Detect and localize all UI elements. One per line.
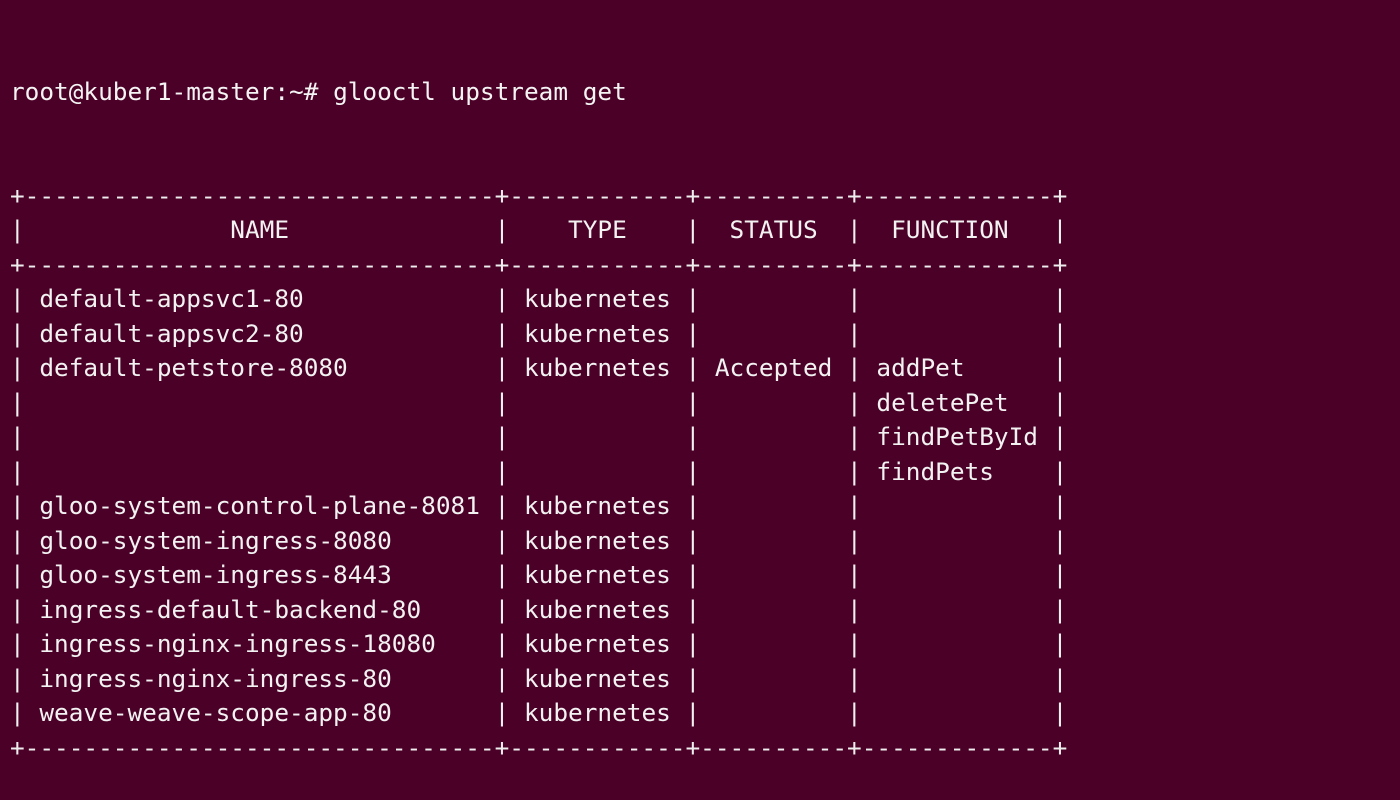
col-type: kubernetes <box>509 525 686 555</box>
col-function <box>862 698 1053 727</box>
col-name: ingress-nginx-ingress-18080 <box>24 629 495 658</box>
col-type: kubernetes <box>509 491 686 520</box>
col-function <box>862 560 1053 589</box>
col-name: default-appsvc2-80 <box>24 318 495 348</box>
col-name <box>25 388 495 417</box>
command-text: glooctl upstream get <box>333 77 627 106</box>
table-row: | default-appsvc2-80 | kubernetes | | | <box>10 318 1068 348</box>
col-function <box>862 664 1053 693</box>
table-row: | | | | findPetById | <box>10 422 1068 451</box>
shell-prompt: root@kuber1-master:~# <box>10 77 319 106</box>
table-border: +--------------------------------+------… <box>10 249 1068 279</box>
table-row: | ingress-default-backend-80 | kubernete… <box>10 594 1068 624</box>
col-type: kubernetes <box>509 663 686 693</box>
table-row: | gloo-system-control-plane-8081 | kuber… <box>10 491 1068 520</box>
col-type: kubernetes <box>509 318 686 348</box>
col-status <box>700 491 847 520</box>
col-name: gloo-system-control-plane-8081 <box>24 491 495 520</box>
table-row: | ingress-nginx-ingress-80 | kubernetes … <box>10 663 1068 693</box>
terminal-window[interactable]: root@kuber1-master:~# glooctl upstream g… <box>0 0 1400 762</box>
col-status <box>700 664 847 693</box>
col-status <box>700 526 847 555</box>
col-status <box>700 629 847 658</box>
col-name: ingress-nginx-ingress-80 <box>24 663 495 693</box>
col-type <box>509 422 685 451</box>
col-name: default-petstore-8080 <box>24 353 495 382</box>
header-col-status: STATUS <box>700 215 848 244</box>
col-function <box>862 319 1053 348</box>
col-status: Accepted <box>700 353 848 382</box>
col-status <box>700 698 847 727</box>
col-function <box>862 595 1053 624</box>
col-status <box>700 595 847 624</box>
col-type: kubernetes <box>509 629 686 658</box>
col-name: default-appsvc1-80 <box>24 284 495 313</box>
col-type <box>509 457 685 486</box>
col-function: deletePet <box>861 387 1053 417</box>
col-type: kubernetes <box>509 698 686 727</box>
col-status <box>700 284 847 313</box>
table-row: | | | | findPets | <box>10 456 1068 486</box>
table-row: | weave-weave-scope-app-80 | kubernetes … <box>10 698 1068 727</box>
table-row: | gloo-system-ingress-8080 | kubernetes … <box>10 525 1068 555</box>
col-name: weave-weave-scope-app-80 <box>24 698 495 727</box>
command-line: root@kuber1-master:~# glooctl upstream g… <box>10 75 1400 110</box>
header-col-type: TYPE <box>509 215 686 244</box>
col-status <box>700 560 847 589</box>
col-status <box>700 388 847 417</box>
col-type: kubernetes <box>509 594 686 624</box>
col-status <box>700 422 847 451</box>
col-status <box>700 319 847 348</box>
header-col-function: FUNCTION <box>861 215 1053 244</box>
table-border: +--------------------------------+------… <box>10 732 1068 762</box>
col-type: kubernetes <box>509 353 686 382</box>
col-function <box>862 629 1053 658</box>
table-row: | ingress-nginx-ingress-18080 | kubernet… <box>10 629 1068 658</box>
upstream-table: +--------------------------------+------… <box>10 179 1400 766</box>
col-type: kubernetes <box>509 560 686 589</box>
table-border: +--------------------------------+------… <box>10 180 1068 210</box>
col-name: gloo-system-ingress-8080 <box>24 525 495 555</box>
col-status <box>700 457 847 486</box>
col-function <box>862 491 1053 520</box>
col-type: kubernetes <box>509 284 686 313</box>
header-col-name: NAME <box>24 215 495 244</box>
col-function: findPetById <box>861 422 1053 451</box>
table-row: | default-appsvc1-80 | kubernetes | | | <box>10 284 1068 313</box>
col-type <box>509 388 685 417</box>
col-name <box>25 422 495 451</box>
table-header-row: | NAME | TYPE | STATUS | FUNCTION | <box>10 215 1068 244</box>
col-function <box>862 526 1053 555</box>
col-name <box>25 457 495 486</box>
col-function: findPets <box>861 456 1053 486</box>
col-function: addPet <box>861 353 1053 382</box>
col-name: ingress-default-backend-80 <box>24 594 495 624</box>
col-function <box>862 284 1053 313</box>
table-row: | | | | deletePet | <box>10 387 1068 417</box>
table-row: | default-petstore-8080 | kubernetes | A… <box>10 353 1068 382</box>
table-row: | gloo-system-ingress-8443 | kubernetes … <box>10 560 1068 589</box>
col-name: gloo-system-ingress-8443 <box>24 560 495 589</box>
